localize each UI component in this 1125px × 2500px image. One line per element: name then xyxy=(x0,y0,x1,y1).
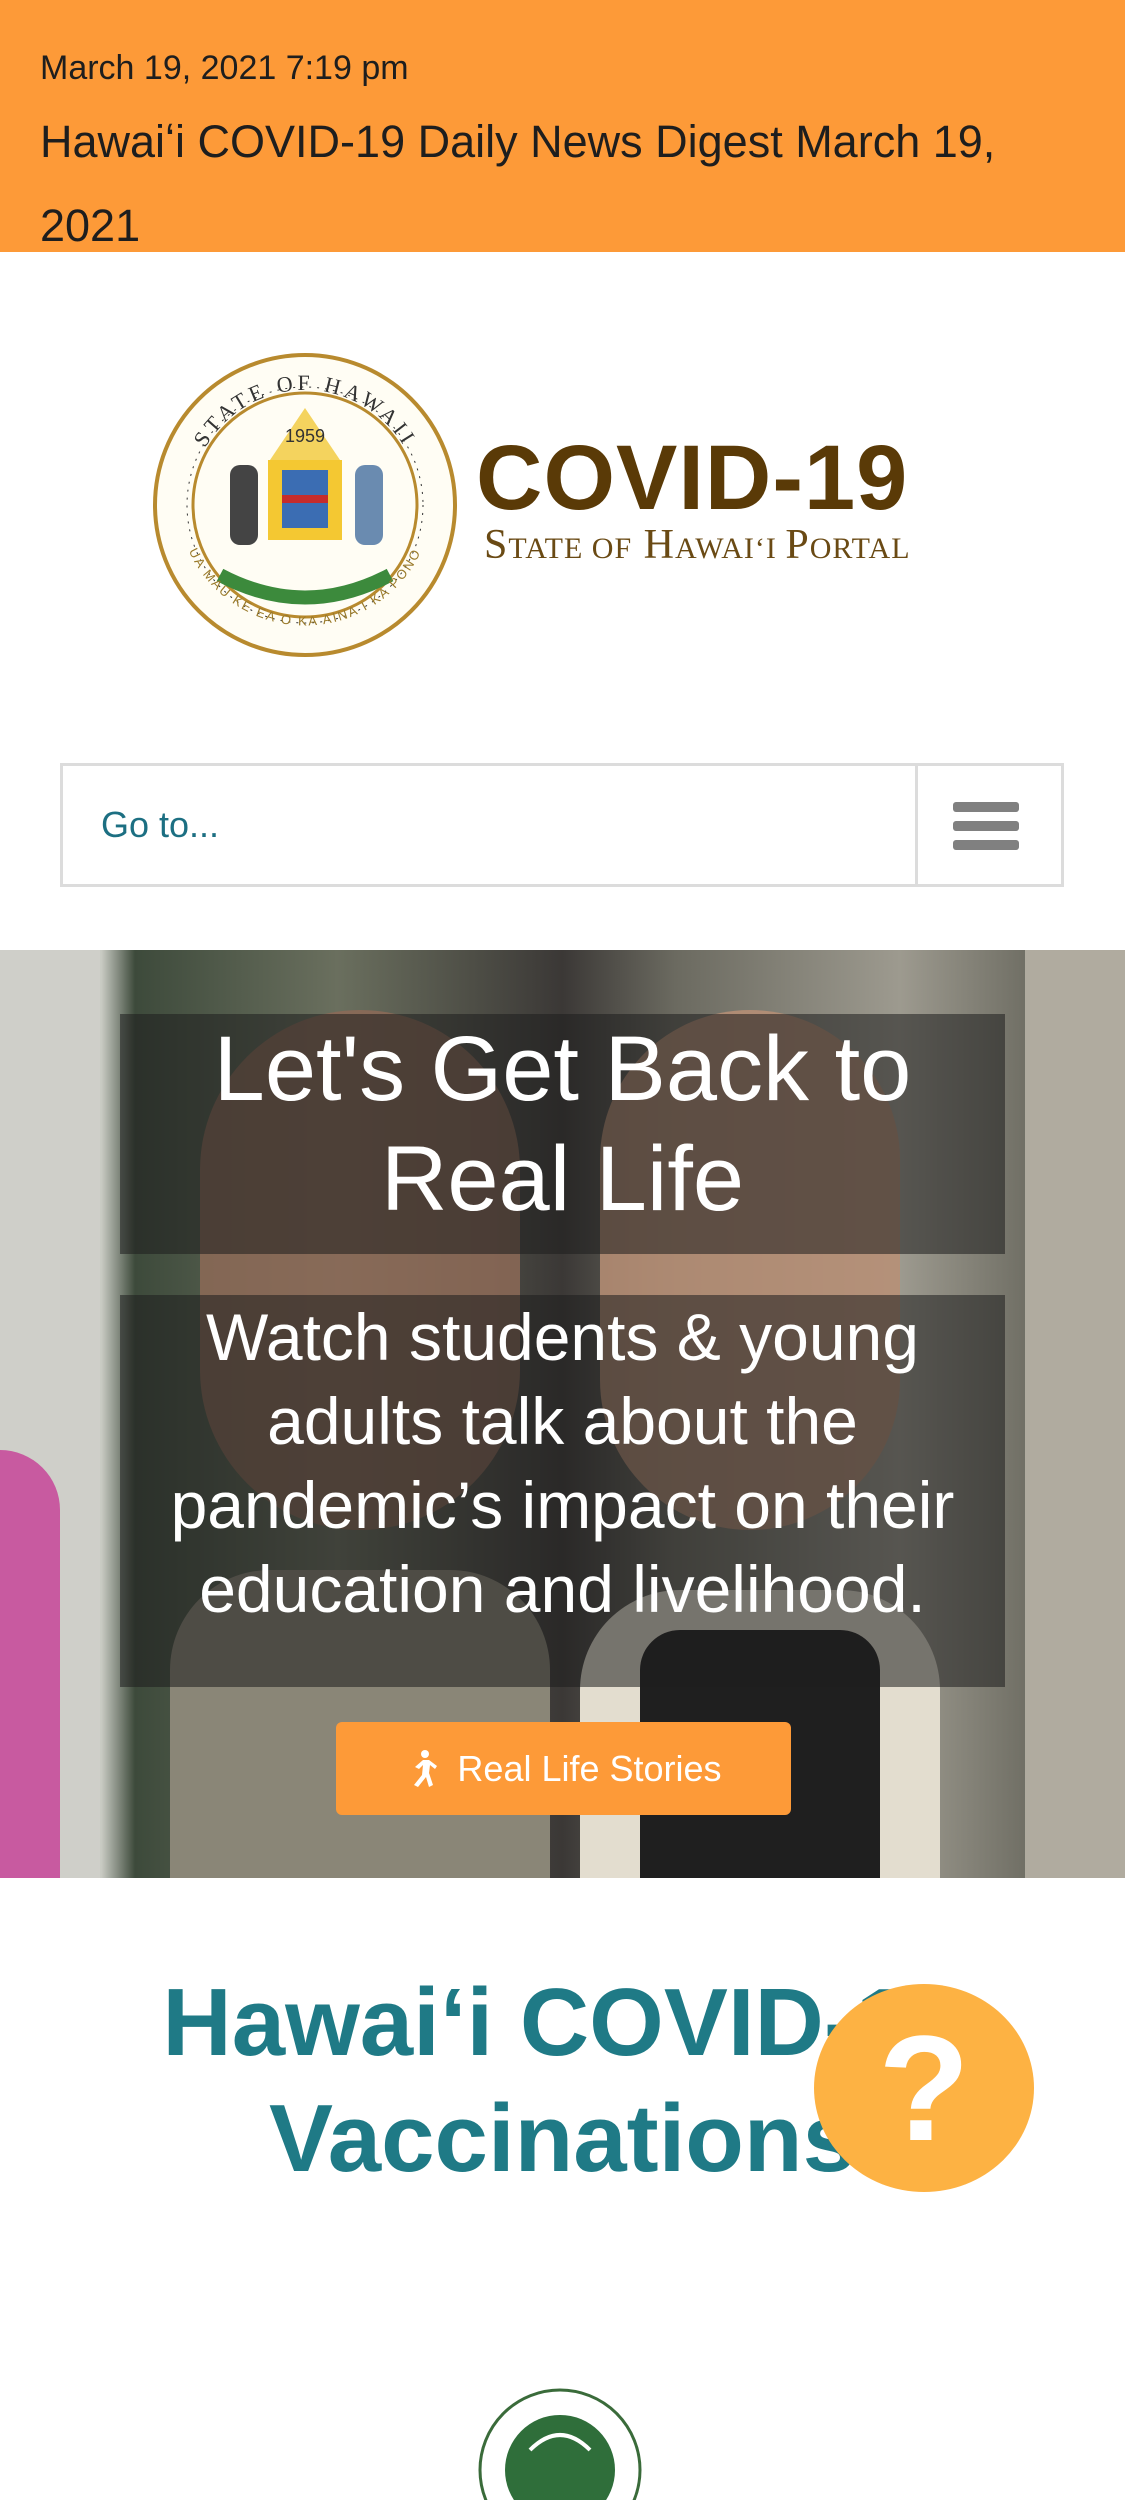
state-seal-icon: 1959 STATE OF HAWAII UA MAU KE EA O KA A… xyxy=(153,353,457,657)
nav-divider xyxy=(915,766,918,884)
portal-subtitle: STATE OF HAWAIʻI PORTAL xyxy=(484,522,911,568)
site-logo[interactable]: 1959 STATE OF HAWAII UA MAU KE EA O KA A… xyxy=(150,350,980,660)
nav-dropdown[interactable]: Go to... xyxy=(60,763,1064,887)
nav-dropdown-label: Go to... xyxy=(101,804,220,845)
help-button[interactable]: ? xyxy=(814,1984,1034,2192)
seal-year: 1959 xyxy=(285,426,325,446)
hero-subtitle: Watch students & young adults talk about… xyxy=(170,1300,955,1626)
news-title-link[interactable]: Hawaiʻi COVID-19 Daily News Digest March… xyxy=(40,100,1085,268)
real-life-stories-label: Real Life Stories xyxy=(457,1747,722,1789)
hamburger-menu-icon[interactable] xyxy=(953,802,1019,852)
hawaii-state-seal-icon xyxy=(478,2388,642,2500)
hero-title: Let's Get Back to Real Life xyxy=(213,1018,912,1230)
running-person-icon xyxy=(414,1749,438,1787)
covid-title: COVID-19 xyxy=(476,427,909,529)
real-life-stories-button[interactable]: Real Life Stories xyxy=(336,1722,791,1815)
news-date: March 19, 2021 7:19 pm xyxy=(40,49,409,87)
news-ticker-bar[interactable]: March 19, 2021 7:19 pm Hawaiʻi COVID-19 … xyxy=(0,0,1125,252)
